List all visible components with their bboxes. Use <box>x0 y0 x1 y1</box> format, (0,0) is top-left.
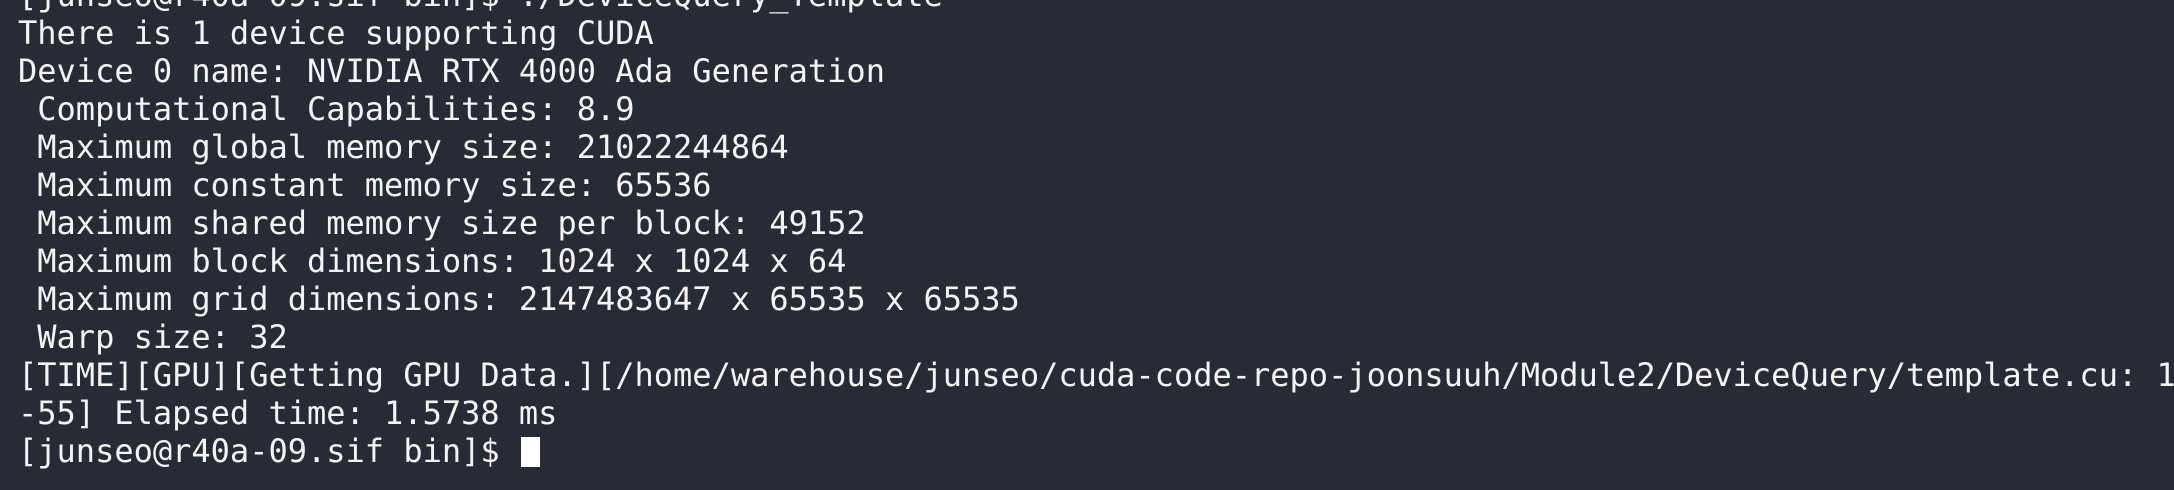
terminal-line-grid-dimensions: Maximum grid dimensions: 2147483647 x 65… <box>18 280 1020 318</box>
terminal-line-global-memory: Maximum global memory size: 21022244864 <box>18 128 789 166</box>
terminal-line-warp-size: Warp size: 32 <box>18 318 288 356</box>
terminal-line-device-name: Device 0 name: NVIDIA RTX 4000 Ada Gener… <box>18 52 885 90</box>
terminal-output: [junseo@r40a-09.sif bin]$ ./DeviceQuery_… <box>18 0 2174 470</box>
terminal-window[interactable]: [junseo@r40a-09.sif bin]$ ./DeviceQuery_… <box>0 0 2174 490</box>
terminal-line-compute-capability: Computational Capabilities: 8.9 <box>18 90 635 128</box>
terminal-line-device-count: There is 1 device supporting CUDA <box>18 14 654 52</box>
terminal-line-elapsed-time: -55] Elapsed time: 1.5738 ms <box>18 394 558 432</box>
text-cursor <box>520 437 540 467</box>
terminal-line-timing: [TIME][GPU][Getting GPU Data.][/home/war… <box>18 356 2174 394</box>
shell-prompt: [junseo@r40a-09.sif bin]$ <box>18 432 519 470</box>
terminal-line-block-dimensions: Maximum block dimensions: 1024 x 1024 x … <box>18 242 847 280</box>
terminal-line-command: [junseo@r40a-09.sif bin]$ ./DeviceQuery_… <box>18 0 2174 14</box>
terminal-line-shared-memory: Maximum shared memory size per block: 49… <box>18 204 866 242</box>
terminal-prompt-line[interactable]: [junseo@r40a-09.sif bin]$ <box>18 432 2174 470</box>
terminal-line-constant-memory: Maximum constant memory size: 65536 <box>18 166 712 204</box>
